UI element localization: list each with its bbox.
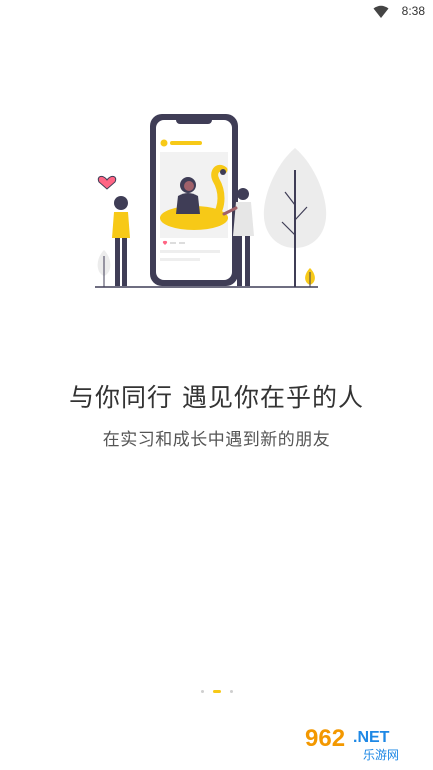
site-watermark-logo: 962 .NET 乐游网 xyxy=(301,722,429,762)
page-indicator[interactable] xyxy=(0,688,433,694)
page-dot-1[interactable] xyxy=(200,689,204,693)
page-dot-3[interactable] xyxy=(229,689,233,693)
page-dot-2-active[interactable] xyxy=(212,689,221,693)
phone-social-illustration xyxy=(95,114,327,288)
onboarding-headline: 与你同行 遇见你在乎的人 xyxy=(69,383,364,412)
watermark-number: 962 xyxy=(305,725,345,752)
watermark-site-name: 乐游网 xyxy=(363,748,399,762)
onboarding-subheadline: 在实习和成长中遇到新的朋友 xyxy=(102,430,331,450)
watermark-suffix: .NET xyxy=(353,729,390,746)
status-time: 8:38 xyxy=(401,4,425,18)
wifi-icon xyxy=(373,5,389,18)
status-bar: 8:38 xyxy=(0,0,433,24)
